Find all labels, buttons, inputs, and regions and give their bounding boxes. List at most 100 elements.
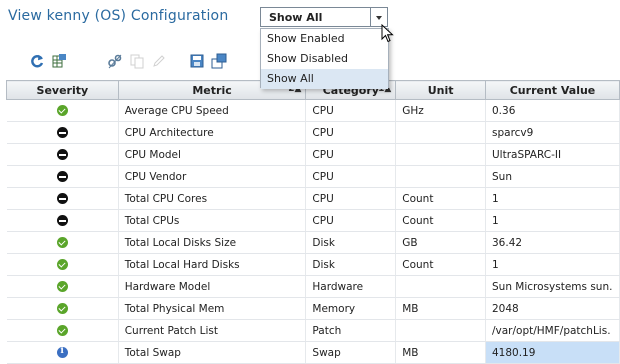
status-not-monitored-icon bbox=[56, 127, 68, 138]
unit-cell: MB bbox=[395, 341, 486, 364]
unit-cell: MB bbox=[395, 297, 486, 320]
unit-cell bbox=[395, 121, 486, 144]
column-header-severity[interactable]: Severity bbox=[6, 80, 119, 100]
status-ok-icon bbox=[56, 105, 68, 116]
filter-selected-value: Show All bbox=[269, 11, 323, 24]
column-header-metric-label: Metric bbox=[192, 83, 232, 97]
value-cell: 1 bbox=[485, 187, 620, 210]
table-row[interactable]: Average CPU Speed CPU GHz 0.36 bbox=[6, 99, 620, 122]
value-cell: Sun Microsystems sun. bbox=[485, 275, 620, 298]
table-row[interactable]: Total Physical Mem Memory MB 2048 bbox=[6, 297, 620, 320]
unit-cell bbox=[395, 319, 486, 342]
filter-option-all[interactable]: Show All bbox=[261, 69, 388, 89]
severity-cell bbox=[6, 297, 119, 320]
status-not-monitored-icon bbox=[56, 171, 68, 182]
severity-cell bbox=[6, 253, 119, 276]
metric-cell: Total Swap bbox=[118, 341, 307, 364]
table-row[interactable]: CPU Vendor CPU Sun bbox=[6, 165, 620, 188]
page-title: View kenny (OS) Configuration bbox=[8, 8, 229, 24]
unit-cell bbox=[395, 165, 486, 188]
unit-cell bbox=[395, 143, 486, 166]
category-cell: Disk bbox=[305, 231, 397, 254]
value-cell: 1 bbox=[485, 253, 620, 276]
column-header-current-value[interactable]: Current Value bbox=[485, 80, 620, 100]
value-cell: 2048 bbox=[485, 297, 620, 320]
table-row[interactable]: Total CPUs CPU Count 1 bbox=[6, 209, 620, 232]
table-body: Average CPU Speed CPU GHz 0.36 CPU Architect… bbox=[6, 99, 620, 364]
severity-cell bbox=[6, 165, 119, 188]
table-row[interactable]: Total Local Hard Disks Disk Count 1 bbox=[6, 253, 620, 276]
category-cell: Memory bbox=[305, 297, 397, 320]
edit-icon[interactable] bbox=[150, 52, 168, 70]
value-cell: /var/opt/HMF/patchLis. bbox=[485, 319, 620, 342]
metric-cell: Average CPU Speed bbox=[118, 99, 307, 122]
category-cell: CPU bbox=[305, 99, 397, 122]
table-row[interactable]: Current Patch List Patch/var/opt/HMF/patc… bbox=[6, 319, 620, 342]
category-cell: CPU bbox=[305, 187, 397, 210]
value-cell: Sun bbox=[485, 165, 620, 188]
value-cell: 1 bbox=[485, 209, 620, 232]
status-ok-icon bbox=[56, 259, 68, 270]
severity-cell bbox=[6, 99, 119, 122]
configure-icon[interactable] bbox=[106, 52, 124, 70]
severity-cell bbox=[6, 341, 119, 364]
severity-cell bbox=[6, 209, 119, 232]
category-cell: CPU bbox=[305, 209, 397, 232]
category-cell: Patch bbox=[305, 319, 397, 342]
category-cell: CPU bbox=[305, 165, 397, 188]
metric-cell: CPU Model bbox=[118, 143, 307, 166]
save-icon[interactable] bbox=[188, 52, 206, 70]
unit-cell: Count bbox=[395, 253, 486, 276]
value-cell: 36.42 bbox=[485, 231, 620, 254]
status-not-monitored-icon bbox=[56, 215, 68, 226]
export-table-icon[interactable] bbox=[50, 52, 68, 70]
filter-dropdown: Show Enabled Show Disabled Show All bbox=[260, 28, 389, 89]
status-ok-icon bbox=[56, 303, 68, 314]
category-cell: Disk bbox=[305, 253, 397, 276]
table-row[interactable]: CPU Architecture CPU sparcv9 bbox=[6, 121, 620, 144]
status-ok-icon bbox=[56, 237, 68, 248]
refresh-icon[interactable] bbox=[28, 52, 46, 70]
category-cell: CPU bbox=[305, 121, 397, 144]
severity-cell bbox=[6, 143, 119, 166]
table-row[interactable]: Total Local Disks Size Disk GB 36.42 bbox=[6, 231, 620, 254]
value-cell: UltraSPARC-II bbox=[485, 143, 620, 166]
metric-cell: Total Local Disks Size bbox=[118, 231, 307, 254]
filter-option-disabled[interactable]: Show Disabled bbox=[261, 49, 388, 69]
status-info-icon bbox=[56, 346, 68, 358]
status-not-monitored-icon bbox=[56, 149, 68, 160]
filter-select[interactable]: Show All bbox=[260, 7, 388, 27]
table-row[interactable]: CPU Model CPU UltraSPARC-II bbox=[6, 143, 620, 166]
status-ok-icon bbox=[56, 325, 68, 336]
category-cell: Hardware bbox=[305, 275, 397, 298]
metric-cell: CPU Vendor bbox=[118, 165, 307, 188]
table-row[interactable]: Hardware Model Hardware Sun Microsystems s… bbox=[6, 275, 620, 298]
severity-cell bbox=[6, 121, 119, 144]
filter-option-enabled[interactable]: Show Enabled bbox=[261, 29, 388, 49]
metric-cell: Current Patch List bbox=[118, 319, 307, 342]
mouse-cursor-icon bbox=[381, 24, 394, 43]
unit-cell bbox=[395, 275, 486, 298]
copy-icon[interactable] bbox=[128, 52, 146, 70]
unit-cell: GB bbox=[395, 231, 486, 254]
config-table: Severity Metric 2▲ Category 1▲ Unit Curren… bbox=[6, 80, 620, 364]
table-row[interactable]: Total CPU Cores CPU Count 1 bbox=[6, 187, 620, 210]
category-cell: Swap bbox=[305, 341, 397, 364]
metric-cell: Total CPU Cores bbox=[118, 187, 307, 210]
metric-cell: Total CPUs bbox=[118, 209, 307, 232]
unit-cell: Count bbox=[395, 209, 486, 232]
severity-cell bbox=[6, 231, 119, 254]
open-icon[interactable] bbox=[210, 52, 228, 70]
severity-cell bbox=[6, 275, 119, 298]
value-cell: 0.36 bbox=[485, 99, 620, 122]
metric-cell: Hardware Model bbox=[118, 275, 307, 298]
status-ok-icon bbox=[56, 281, 68, 292]
status-not-monitored-icon bbox=[56, 193, 68, 204]
unit-cell: Count bbox=[395, 187, 486, 210]
value-cell: 4180.19 bbox=[485, 341, 620, 364]
column-header-unit[interactable]: Unit bbox=[395, 80, 486, 100]
table-row[interactable]: Total SwapSwapMB4180.19 bbox=[6, 341, 620, 364]
category-cell: CPU bbox=[305, 143, 397, 166]
severity-cell bbox=[6, 319, 119, 342]
metric-cell: Total Local Hard Disks bbox=[118, 253, 307, 276]
